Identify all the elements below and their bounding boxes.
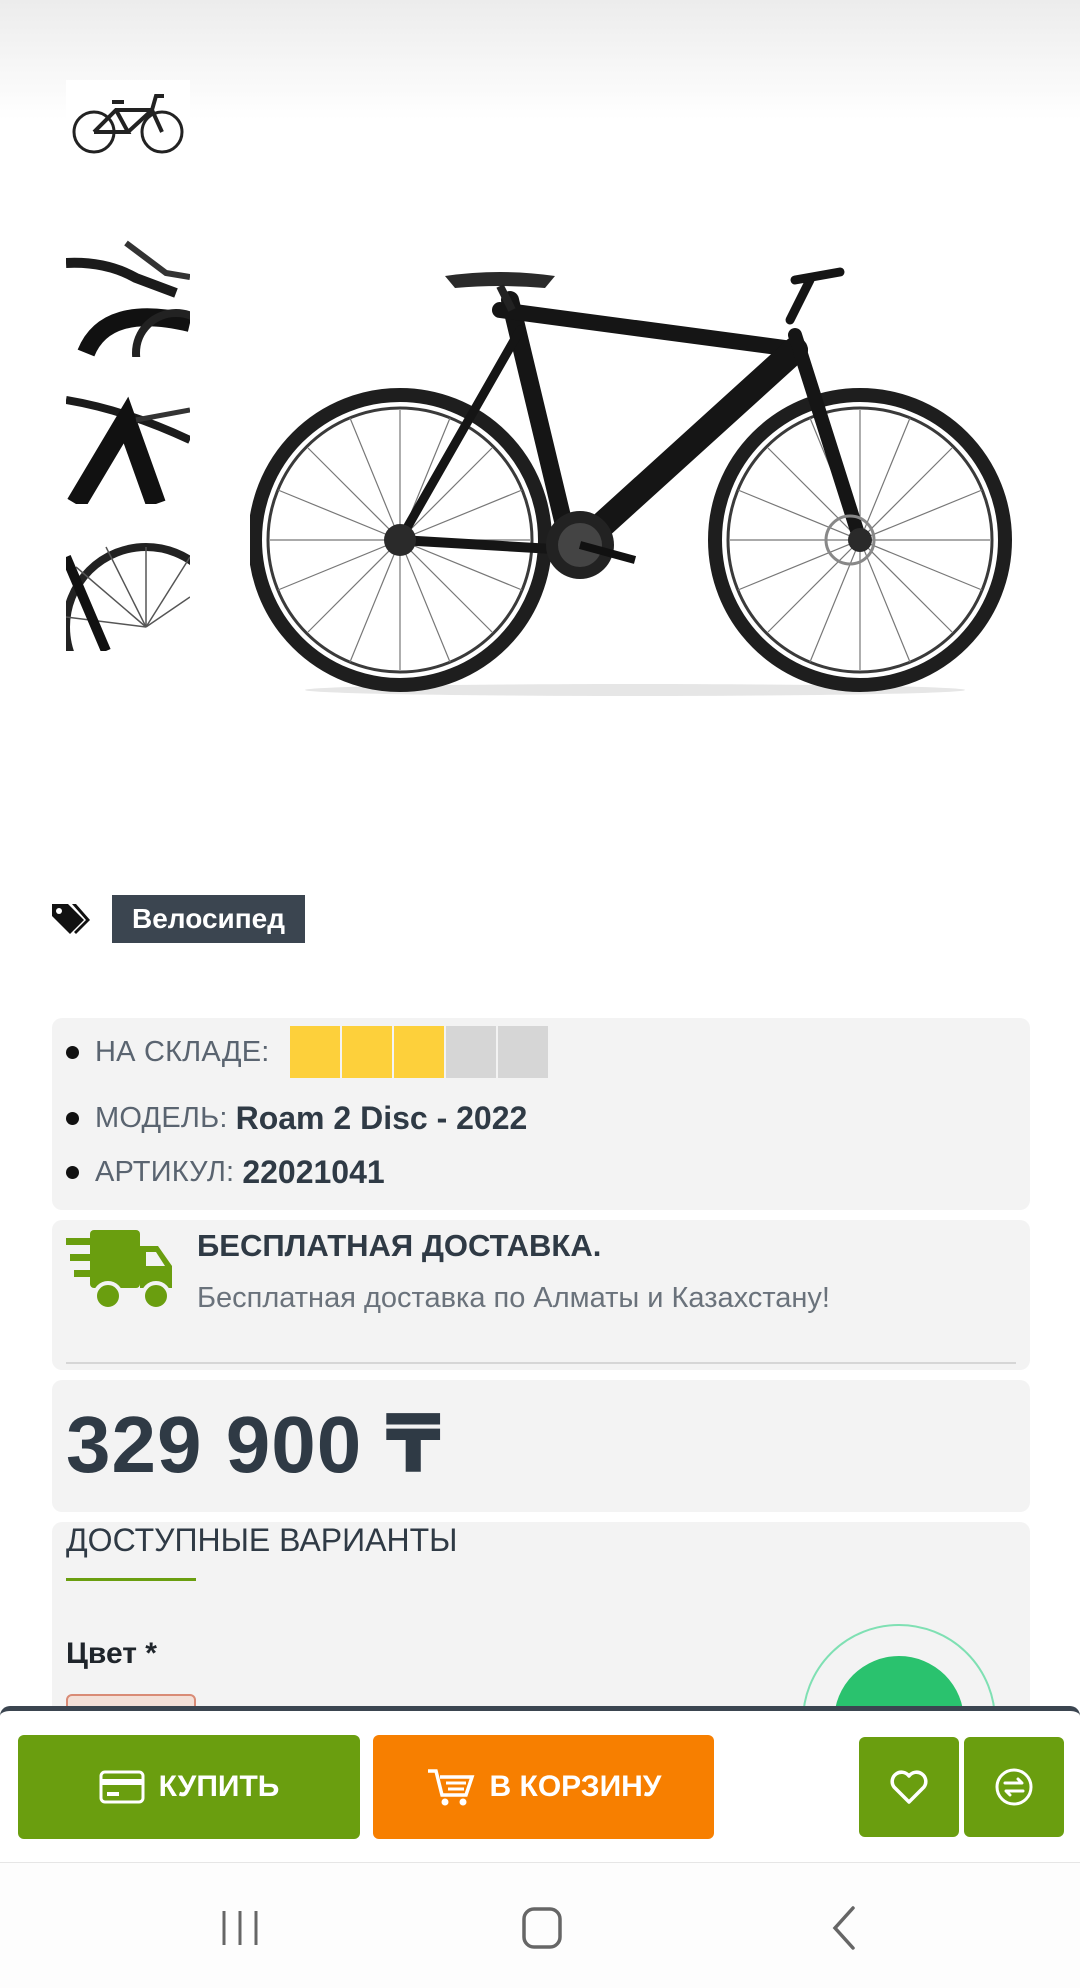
sku-row: АРТИКУЛ: 22021041 — [66, 1152, 385, 1192]
stock-level-indicator — [289, 1026, 550, 1078]
buy-label: КУПИТЬ — [158, 1770, 280, 1803]
model-label: МОДЕЛЬ: — [95, 1101, 228, 1134]
divider — [66, 1362, 1016, 1364]
bullet — [66, 1111, 79, 1125]
model-value: Roam 2 Disc - 2022 — [235, 1099, 528, 1136]
delivery-title: БЕСПЛАТНАЯ ДОСТАВКА. — [197, 1228, 602, 1263]
bullet — [66, 1045, 79, 1059]
stock-segment-empty — [445, 1026, 496, 1078]
stock-segment-filled — [289, 1026, 340, 1078]
credit-card-icon — [99, 1770, 145, 1804]
bullet — [66, 1165, 79, 1179]
product-price: 329 900 ₸ — [66, 1400, 443, 1489]
add-to-cart-button[interactable]: В КОРЗИНУ — [373, 1735, 714, 1839]
thumbnail-frame[interactable] — [66, 380, 190, 504]
recent-apps-icon[interactable] — [210, 1903, 270, 1953]
stock-segment-empty — [497, 1026, 548, 1078]
stock-segment-filled — [393, 1026, 444, 1078]
thumbnail-rear-wheel[interactable] — [66, 527, 190, 651]
color-label: Цвет * — [66, 1637, 157, 1670]
favorite-button[interactable] — [859, 1737, 959, 1837]
variants-title: ДОСТУПНЫЕ ВАРИАНТЫ — [66, 1522, 458, 1558]
buy-button[interactable]: КУПИТЬ — [18, 1735, 360, 1839]
sku-label: АРТИКУЛ: — [95, 1155, 235, 1188]
stock-row: НА СКЛАДЕ: — [66, 1026, 550, 1078]
model-row: МОДЕЛЬ: Roam 2 Disc - 2022 — [66, 1098, 527, 1138]
action-bar: КУПИТЬ В КОРЗИНУ — [0, 1706, 1080, 1861]
stock-label: НА СКЛАДЕ: — [95, 1035, 270, 1068]
thumbnail-full-bike[interactable] — [66, 80, 190, 204]
variants-underline — [66, 1578, 196, 1581]
sku-value: 22021041 — [242, 1153, 385, 1190]
product-specs: НА СКЛАДЕ: МОДЕЛЬ: Roam 2 Disc - 2022 АР… — [52, 1018, 1030, 1210]
compare-icon — [995, 1768, 1033, 1806]
system-navigation-bar — [0, 1862, 1080, 1988]
compare-button[interactable] — [964, 1737, 1064, 1837]
delivery-text: Бесплатная доставка по Алматы и Казахста… — [197, 1282, 830, 1314]
cart-label: В КОРЗИНУ — [489, 1770, 662, 1803]
category-tags: Велосипед — [50, 895, 305, 943]
heart-icon — [890, 1770, 928, 1804]
cart-icon — [427, 1769, 474, 1806]
thumbnail-handlebar[interactable] — [66, 233, 190, 357]
main-product-image[interactable] — [248, 240, 1020, 710]
category-tag-bicycle[interactable]: Велосипед — [112, 895, 305, 943]
back-icon[interactable] — [815, 1903, 875, 1953]
delivery-truck-icon — [66, 1230, 172, 1311]
free-delivery-info: БЕСПЛАТНАЯ ДОСТАВКА. Бесплатная доставка… — [52, 1220, 1030, 1370]
price-box: 329 900 ₸ — [52, 1380, 1030, 1512]
tags-icon — [52, 904, 90, 934]
stock-segment-filled — [341, 1026, 392, 1078]
home-icon[interactable] — [512, 1903, 572, 1953]
